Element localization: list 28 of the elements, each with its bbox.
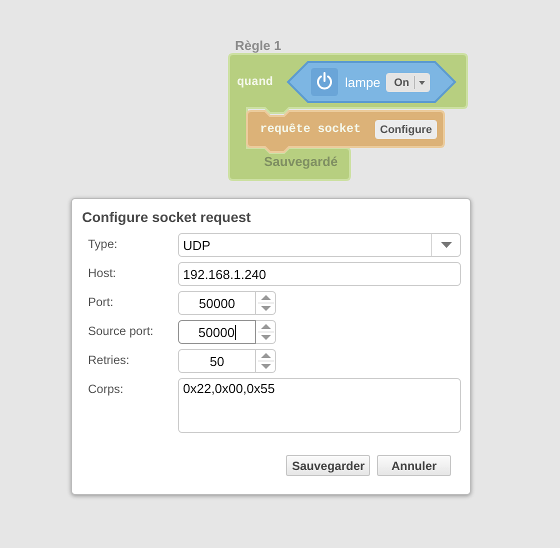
dialog-title: Configure socket request — [82, 209, 252, 225]
status-label: Sauvegardé — [264, 154, 338, 169]
action-label: requête socket — [260, 122, 361, 136]
field-label: Type: — [88, 236, 118, 251]
spinner-icon[interactable] — [256, 291, 276, 315]
field-label: Corps: — [88, 381, 124, 396]
cancel-button[interactable]: Annuler — [377, 455, 451, 476]
field-label: Host: — [88, 265, 118, 280]
when-label: quand — [237, 75, 274, 89]
device-label: lampe — [345, 75, 380, 90]
caret-icon — [440, 242, 452, 248]
number-field[interactable]: 50000 — [178, 320, 256, 344]
configure-button[interactable]: Configure — [375, 120, 437, 139]
spinner-icon[interactable] — [256, 349, 276, 373]
rule-title: Règle 1 — [235, 38, 282, 53]
number-field[interactable]: 50000 — [178, 291, 256, 315]
number-field[interactable]: 50 — [178, 349, 256, 373]
spinner-icon[interactable] — [256, 320, 276, 344]
field-label: Source port: — [88, 323, 154, 338]
field-label: Port: — [88, 294, 114, 309]
input-field[interactable]: 192.168.1.240 — [178, 262, 461, 286]
power-icon[interactable] — [311, 68, 338, 96]
type-select[interactable]: UDP — [178, 233, 461, 257]
caret-icon — [419, 81, 425, 85]
field-label: Retries: — [88, 352, 130, 367]
save-button[interactable]: Sauvegarder — [286, 455, 370, 476]
body-textarea[interactable]: 0x22,0x00,0x55 — [178, 378, 461, 433]
state-dropdown[interactable]: On — [386, 73, 430, 92]
